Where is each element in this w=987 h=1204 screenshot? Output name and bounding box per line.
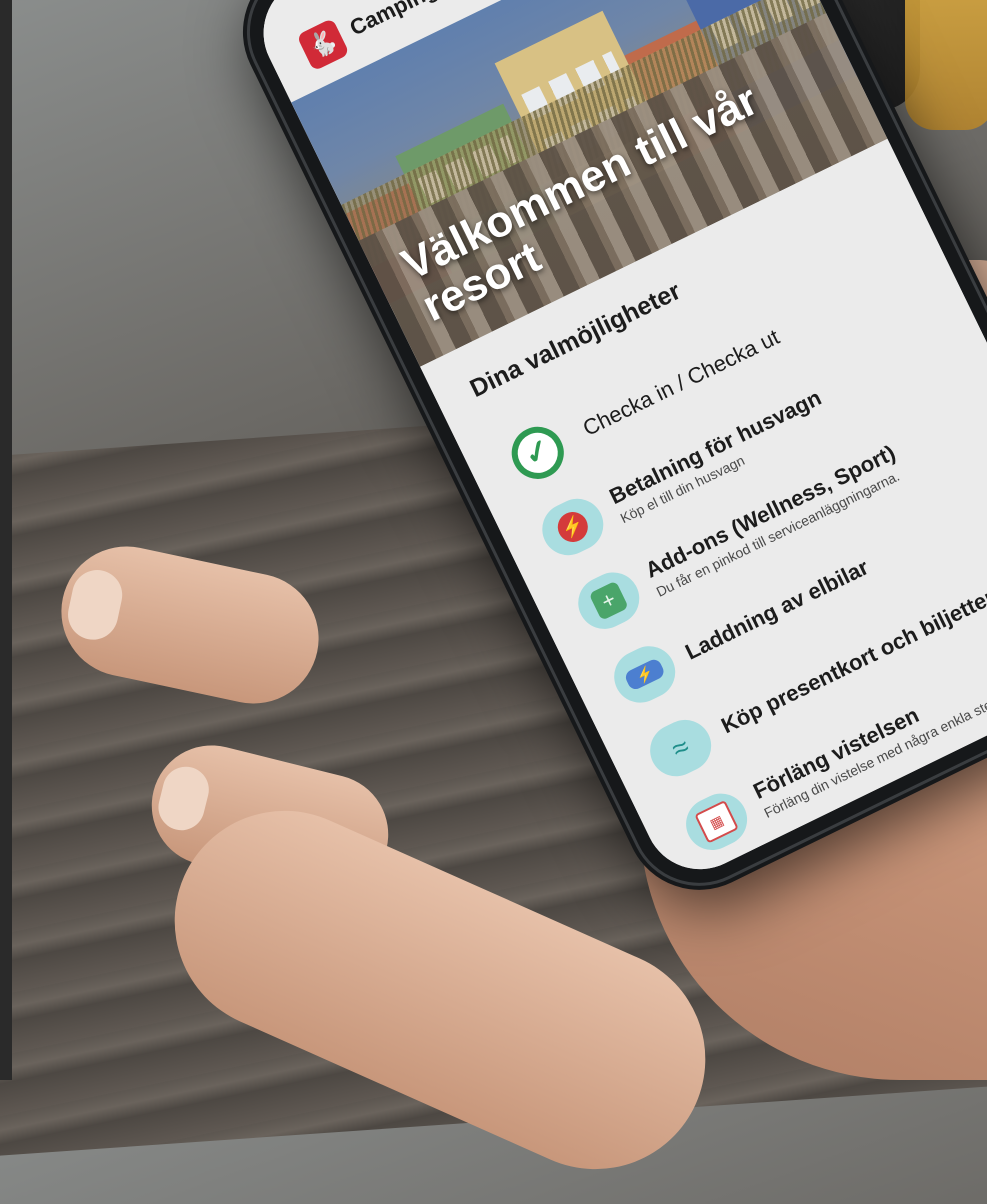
electric-car-icon: ⚡ bbox=[605, 637, 684, 712]
plus-box-icon: + bbox=[569, 563, 649, 638]
beer-glass-background bbox=[905, 0, 987, 130]
frame-edge bbox=[0, 0, 12, 1080]
rabbit-icon[interactable]: 🐇 bbox=[296, 17, 350, 72]
calendar-icon: ▦ bbox=[677, 784, 756, 859]
waves-icon: ≈ bbox=[641, 711, 720, 786]
power-plug-icon: ⚡ bbox=[533, 490, 613, 564]
check-circle-icon: ✓ bbox=[502, 418, 573, 488]
